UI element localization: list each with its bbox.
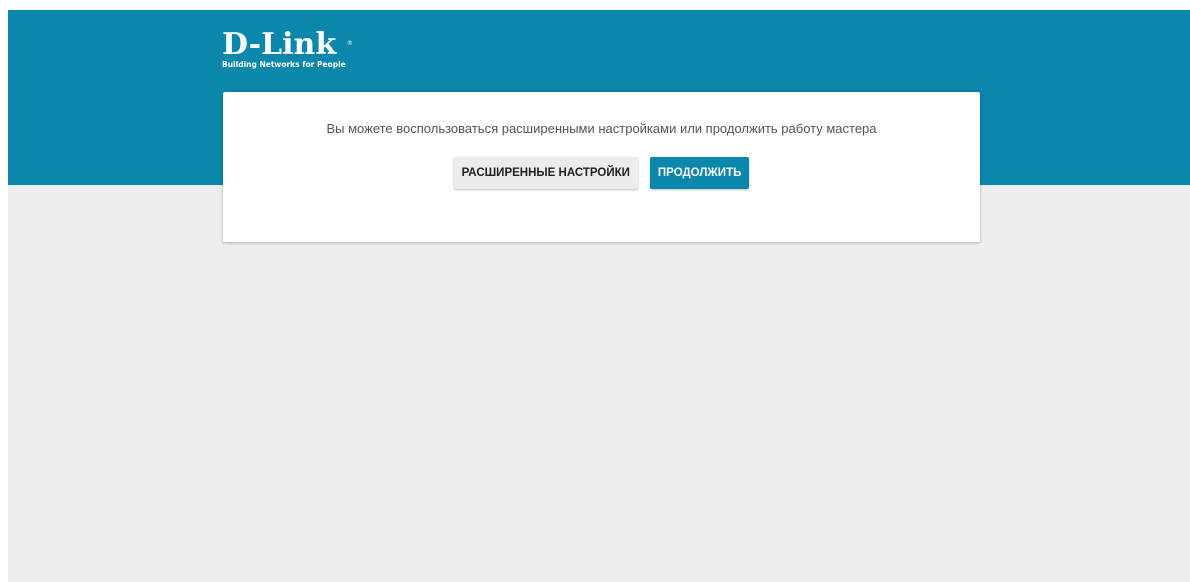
page-viewport: D-Link ® Building Networks for People Вы … bbox=[8, 10, 1190, 582]
wizard-choice-dialog: Вы можете воспользоваться расширенными н… bbox=[223, 92, 980, 242]
advanced-settings-button[interactable]: РАСШИРЕННЫЕ НАСТРОЙКИ bbox=[453, 157, 638, 189]
logo-name: D-Link bbox=[222, 27, 337, 62]
dlink-logo[interactable]: D-Link ® Building Networks for People bbox=[222, 27, 353, 70]
dialog-button-row: РАСШИРЕННЫЕ НАСТРОЙКИ ПРОДОЛЖИТЬ bbox=[223, 157, 980, 189]
continue-button[interactable]: ПРОДОЛЖИТЬ bbox=[649, 157, 750, 189]
logo-wordmark: D-Link ® bbox=[222, 27, 353, 62]
logo-registered-mark: ® bbox=[346, 40, 353, 47]
dialog-message: Вы можете воспользоваться расширенными н… bbox=[326, 121, 877, 136]
